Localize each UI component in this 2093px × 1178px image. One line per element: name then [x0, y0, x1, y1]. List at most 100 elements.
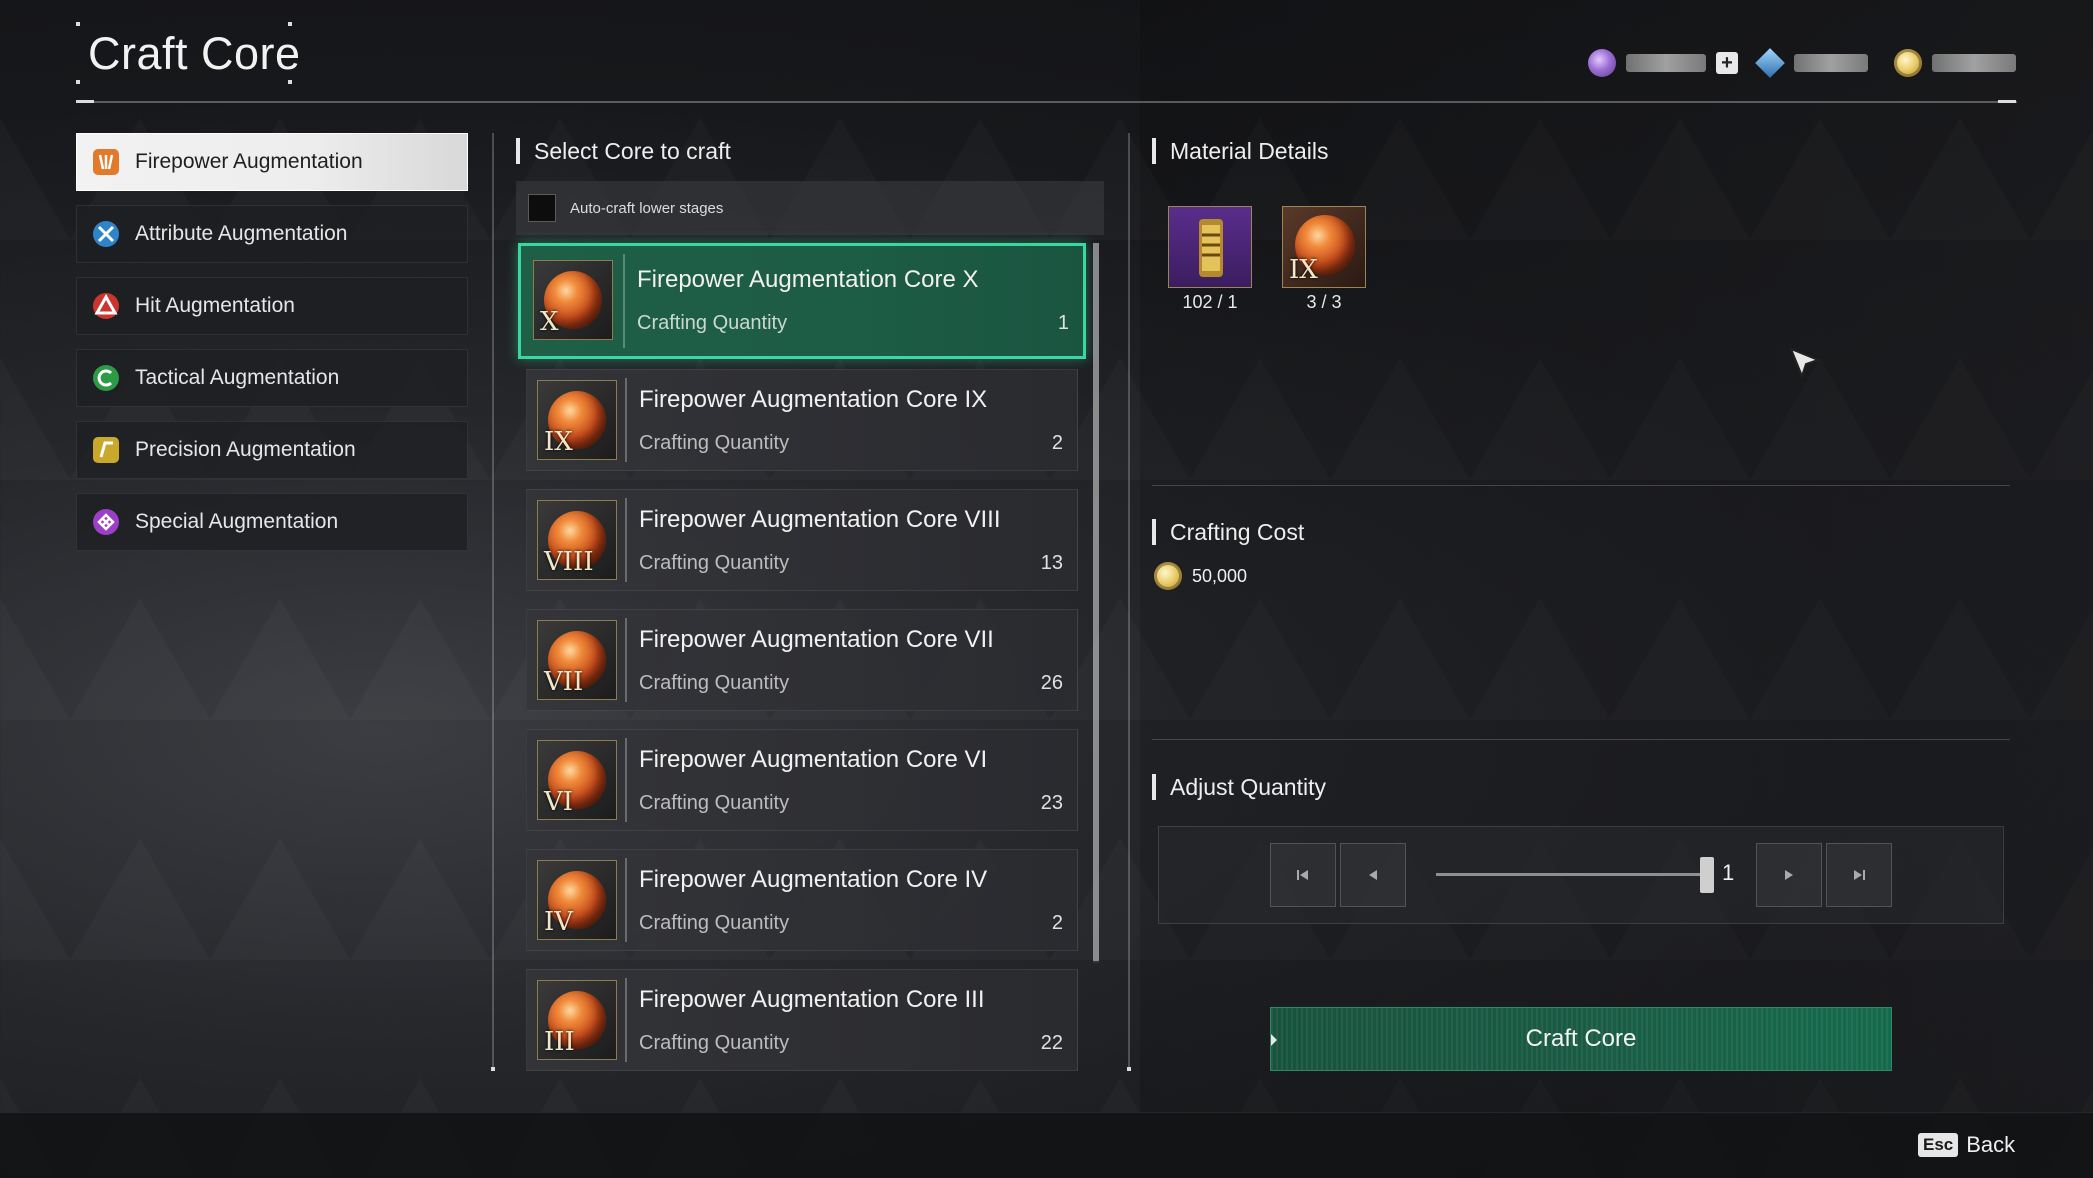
crafting-quantity-label: Crafting Quantity — [639, 1032, 790, 1054]
quantity-max-button[interactable] — [1826, 843, 1892, 907]
auto-craft-row[interactable]: Auto-craft lower stages — [516, 181, 1104, 235]
crafting-quantity-value: 2 — [1051, 432, 1063, 454]
core-ix-material-icon[interactable]: IX — [1282, 206, 1366, 288]
core-name: Firepower Augmentation Core VI — [639, 746, 988, 773]
material-count: 102 / 1 — [1182, 292, 1238, 312]
title-corner — [288, 80, 292, 84]
crafting-quantity-value: 23 — [1040, 792, 1063, 814]
header-divider — [76, 101, 2017, 103]
arrow-right-icon — [1785, 870, 1793, 880]
purple-gem-icon — [1588, 49, 1616, 77]
quantity-min-button[interactable] — [1270, 843, 1336, 907]
crafting-cost-amount: 50,000 — [1192, 565, 1248, 586]
gold-coin-icon — [1894, 49, 1922, 77]
quantity-decrease-button[interactable] — [1340, 843, 1406, 907]
material-details-heading: Material Details — [1152, 138, 1329, 164]
title-corner — [288, 22, 292, 26]
category-label: Precision Augmentation — [135, 438, 356, 461]
title-corner — [76, 80, 80, 84]
add-currency-button[interactable]: + — [1716, 52, 1738, 74]
core-ix-icon: IX — [537, 380, 617, 460]
crafting-quantity-label: Crafting Quantity — [639, 552, 790, 574]
craft-core-label: Craft Core — [1525, 1025, 1637, 1052]
crystal-icon — [1755, 48, 1785, 78]
select-core-heading: Select Core to craft — [516, 138, 731, 164]
core-item-viii[interactable]: VIII Firepower Augmentation Core VIII Cr… — [526, 489, 1078, 591]
currency-amount-hidden — [1626, 54, 1706, 72]
crafting-quantity-value: 2 — [1051, 912, 1063, 934]
core-item-vi[interactable]: VI Firepower Augmentation Core VI Crafti… — [526, 729, 1078, 831]
quantity-slider-handle[interactable] — [1700, 857, 1714, 893]
crafting-quantity-label: Crafting Quantity — [639, 912, 790, 934]
section-divider — [1152, 485, 2010, 486]
title-corner — [76, 22, 80, 26]
scrollbar-thumb[interactable] — [1093, 243, 1099, 961]
core-name: Firepower Augmentation Core VII — [639, 626, 994, 653]
attribute-icon — [93, 221, 119, 247]
column-divider — [1128, 133, 1130, 1069]
crafting-quantity-label: Crafting Quantity — [639, 672, 790, 694]
quantity-slider-track[interactable] — [1436, 873, 1708, 876]
category-label: Firepower Augmentation — [135, 150, 363, 173]
core-name: Firepower Augmentation Core IX — [639, 386, 988, 413]
core-name: Firepower Augmentation Core III — [639, 986, 985, 1013]
skip-forward-icon — [1854, 870, 1865, 880]
divider-tick — [76, 100, 94, 103]
quantity-increase-button[interactable] — [1756, 843, 1822, 907]
core-x-icon: X — [533, 260, 613, 340]
crafting-cost-row: 50,000 — [1154, 562, 1247, 590]
tactical-icon — [93, 365, 119, 391]
esc-key: Esc — [1918, 1133, 1959, 1157]
category-attribute-augmentation[interactable]: Attribute Augmentation — [76, 205, 468, 263]
crafting-quantity-value: 22 — [1040, 1032, 1063, 1054]
barrel-material-icon[interactable] — [1168, 206, 1252, 288]
section-divider — [1152, 739, 2010, 740]
precision-icon — [93, 437, 119, 463]
category-precision-augmentation[interactable]: Precision Augmentation — [76, 421, 468, 479]
currency-purple: + — [1588, 48, 1738, 78]
currency-amount-hidden — [1932, 54, 2016, 72]
crafting-cost-heading: Crafting Cost — [1152, 519, 1304, 545]
category-label: Hit Augmentation — [135, 294, 295, 317]
core-name: Firepower Augmentation Core VIII — [639, 506, 1001, 533]
category-firepower-augmentation[interactable]: Firepower Augmentation — [76, 133, 468, 191]
adjust-quantity-heading: Adjust Quantity — [1152, 774, 1326, 800]
auto-craft-label: Auto-craft lower stages — [570, 199, 724, 217]
core-iv-icon: IV — [537, 860, 617, 940]
category-special-augmentation[interactable]: Special Augmentation — [76, 493, 468, 551]
category-label: Special Augmentation — [135, 510, 339, 533]
category-hit-augmentation[interactable]: Hit Augmentation — [76, 277, 468, 335]
core-item-iv[interactable]: IV Firepower Augmentation Core IV Crafti… — [526, 849, 1078, 951]
core-name: Firepower Augmentation Core X — [637, 266, 979, 293]
core-vii-icon: VII — [537, 620, 617, 700]
auto-craft-checkbox[interactable] — [528, 194, 556, 222]
core-iii-icon: III — [537, 980, 617, 1060]
back-label: Back — [1966, 1132, 2016, 1157]
craft-core-button[interactable]: Craft Core — [1270, 1007, 1892, 1071]
currency-gold — [1894, 48, 2016, 78]
core-item-vii[interactable]: VII Firepower Augmentation Core VII Craf… — [526, 609, 1078, 711]
page-title: Craft Core — [88, 28, 301, 79]
divider-dot — [491, 1067, 495, 1071]
gold-coin-icon — [1154, 562, 1182, 590]
crafting-quantity-value: 13 — [1040, 552, 1063, 574]
mouse-cursor-icon — [1789, 347, 1821, 379]
column-divider — [492, 133, 494, 1069]
divider-dot — [1127, 1067, 1131, 1071]
crafting-quantity-label: Crafting Quantity — [639, 432, 790, 454]
currency-amount-hidden — [1794, 54, 1868, 72]
core-item-ix[interactable]: IX Firepower Augmentation Core IX Crafti… — [526, 369, 1078, 471]
skip-back-icon — [1297, 870, 1308, 880]
back-button[interactable]: Esc Back — [1918, 1132, 2015, 1158]
core-name: Firepower Augmentation Core IV — [639, 866, 988, 893]
crafting-quantity-value: 26 — [1040, 672, 1063, 694]
core-vi-icon: VI — [537, 740, 617, 820]
crafting-quantity-value: 1 — [1057, 312, 1069, 334]
quantity-value: 1 — [1722, 860, 1735, 885]
category-tactical-augmentation[interactable]: Tactical Augmentation — [76, 349, 468, 407]
core-item-iii[interactable]: III Firepower Augmentation Core III Craf… — [526, 969, 1078, 1071]
crafting-quantity-label: Crafting Quantity — [639, 792, 790, 814]
core-item-x[interactable]: X Firepower Augmentation Core X Crafting… — [518, 243, 1086, 359]
core-viii-icon: VIII — [537, 500, 617, 580]
material-count: 3 / 3 — [1306, 292, 1342, 312]
